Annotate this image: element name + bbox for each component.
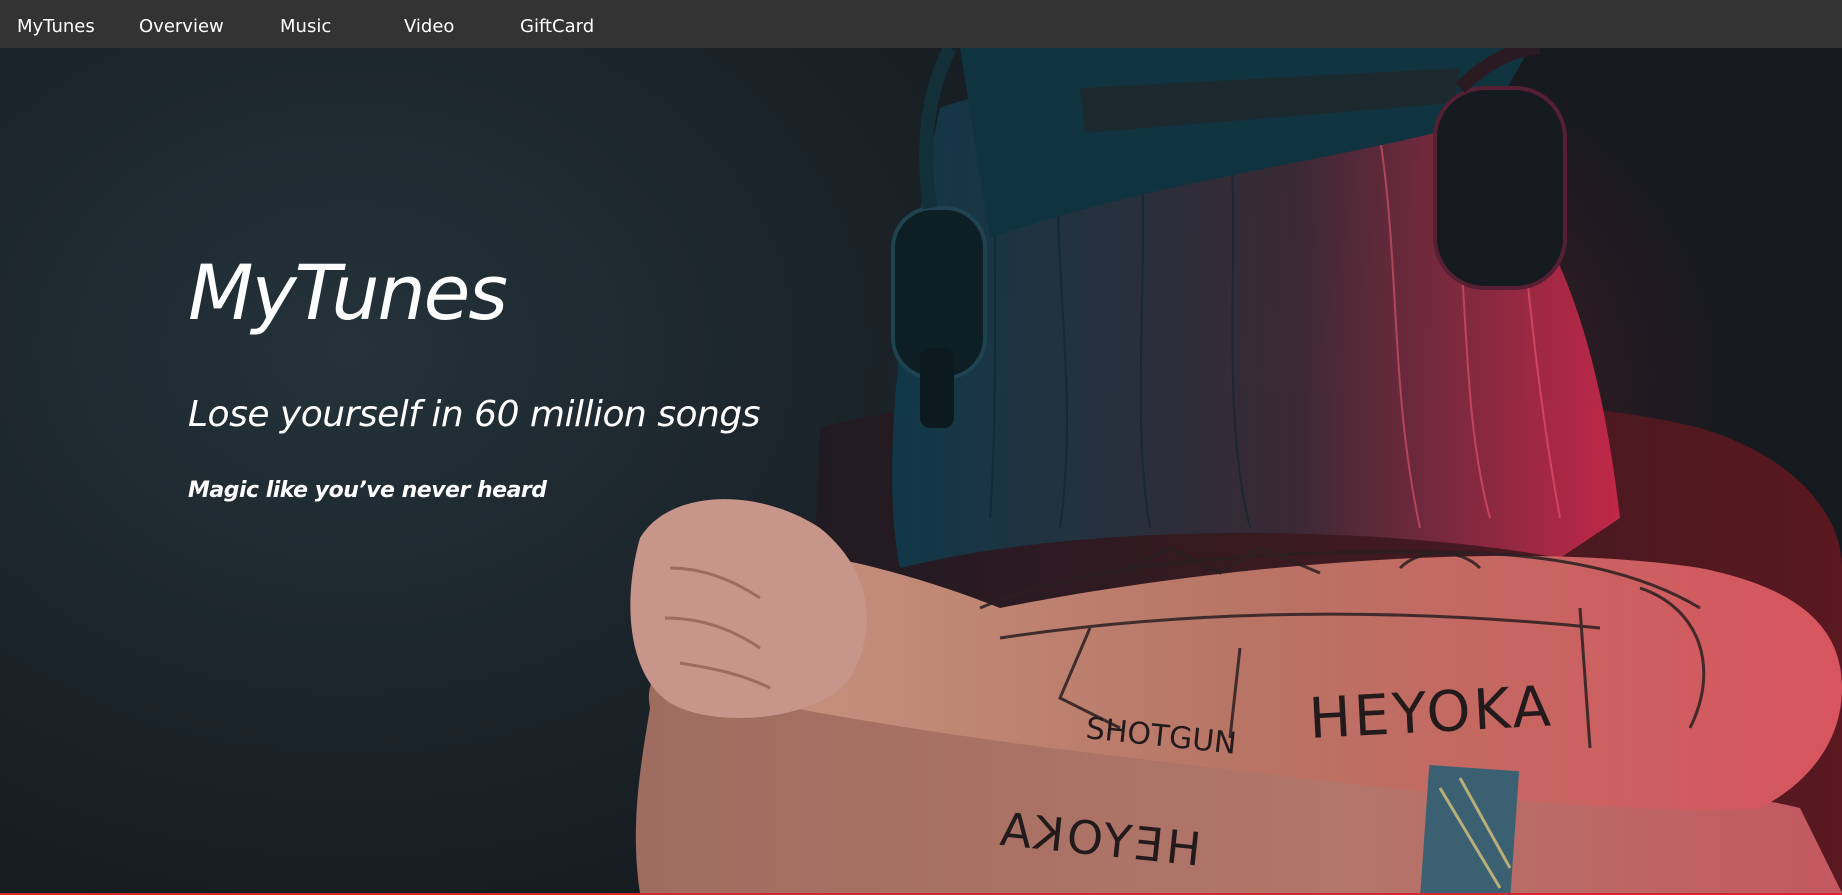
nav-video[interactable]: Video [404, 0, 454, 48]
tattoo-text-upper: HEYOKA [1307, 674, 1555, 752]
brand-link[interactable]: MyTunes [17, 0, 95, 48]
nav-music[interactable]: Music [280, 0, 331, 48]
hero-subtitle: Lose yourself in 60 million songs [188, 394, 760, 435]
top-navbar: MyTunes Overview Music Video GiftCard [0, 0, 1842, 48]
hero-tagline: Magic like you’ve never heard [188, 478, 547, 503]
hero-title: MyTunes [188, 248, 508, 337]
hero-banner: HEYOKA SHOTGUN HEYOKA MyTunes Lose yours… [0, 48, 1842, 893]
hero-photo: HEYOKA SHOTGUN HEYOKA [630, 48, 1842, 893]
headphone-right [1433, 86, 1567, 290]
nav-giftcard[interactable]: GiftCard [520, 0, 594, 48]
wristband [1420, 765, 1520, 893]
nav-overview[interactable]: Overview [139, 0, 224, 48]
